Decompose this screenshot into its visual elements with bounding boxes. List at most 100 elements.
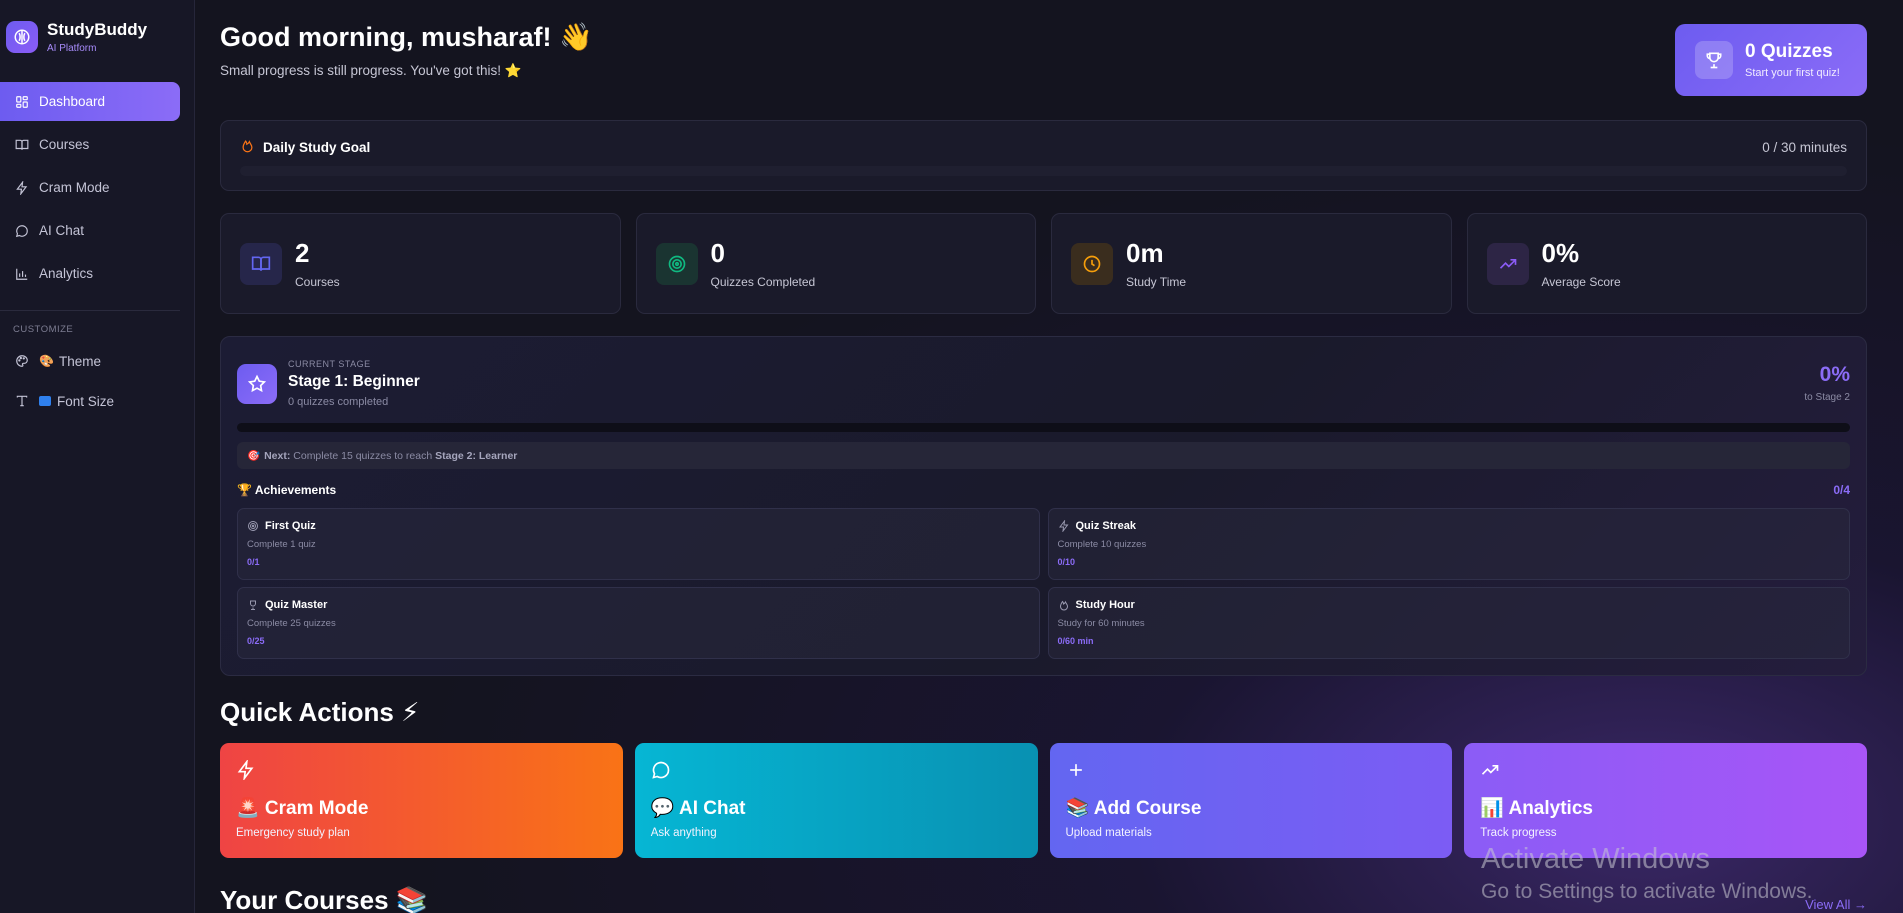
sidebar-nav: Dashboard Courses Cram Mode AI Chat Anal… [0, 82, 194, 293]
next-label: Next: [264, 449, 291, 462]
your-courses-title: Your Courses 📚 [220, 885, 429, 913]
text-icon [14, 393, 30, 409]
sidebar-item-dashboard[interactable]: Dashboard [0, 82, 180, 121]
stat-card-courses[interactable]: 2 Courses [220, 213, 621, 314]
quick-action-add-course[interactable]: 📚 Add Course Upload materials [1049, 743, 1453, 858]
achievement-progress: 0/60 min [1057, 636, 1094, 646]
sidebar-item-font-size[interactable]: Font Size [0, 386, 194, 416]
sidebar-item-label: Analytics [39, 266, 94, 281]
quick-action-desc: Ask anything [650, 827, 717, 839]
achievement-desc: Study for 60 minutes [1057, 618, 1145, 629]
target-icon [247, 520, 259, 532]
achievement-card[interactable]: First Quiz Complete 1 quiz 0/1 [237, 508, 1040, 580]
quiz-badge-subtitle: Start your first quiz! [1745, 67, 1840, 79]
stage-progress-bar [237, 423, 1850, 432]
stat-label: Quizzes Completed [710, 275, 816, 289]
achievement-desc: Complete 25 quizzes [247, 618, 336, 629]
achievement-name: Quiz Master [265, 599, 328, 611]
next-stage-hint: 🎯 Next: Complete 15 quizzes to reach Sta… [237, 442, 1850, 469]
font-size-badge-icon [39, 396, 51, 406]
quick-action-ai-chat[interactable]: 💬 AI Chat Ask anything [634, 743, 1038, 858]
stat-card-average-score[interactable]: 0% Average Score [1466, 213, 1867, 314]
stage-percent: 0% [1819, 363, 1850, 386]
stat-card-quizzes[interactable]: 0 Quizzes Completed [635, 213, 1036, 314]
achievements-label: Achievements [254, 483, 337, 497]
brand[interactable]: StudyBuddy AI Platform [0, 17, 194, 57]
quick-action-name: 📚 Add Course [1065, 798, 1202, 819]
stat-label: Average Score [1541, 275, 1621, 289]
star-emoji: ⭐ [504, 63, 522, 78]
book-icon [240, 242, 282, 285]
quick-action-name: 🚨 Cram Mode [236, 798, 369, 819]
daily-goal-label: Daily Study Goal [263, 139, 371, 155]
sidebar-item-label: Font Size [57, 393, 115, 409]
sidebar-item-label: Theme [58, 353, 101, 369]
quiz-count-badge[interactable]: 0 Quizzes Start your first quiz! [1675, 24, 1867, 96]
daily-goal-card: Daily Study Goal 0 / 30 minutes [220, 120, 1867, 191]
star-icon [237, 363, 277, 404]
achievement-desc: Complete 10 quizzes [1057, 539, 1147, 550]
sidebar-item-label: AI Chat [39, 223, 85, 238]
subtitle-text: Small progress is still progress. You've… [220, 63, 501, 78]
daily-goal-progress-bar [240, 166, 1847, 176]
sidebar-item-analytics[interactable]: Analytics [0, 254, 181, 293]
achievement-card[interactable]: Quiz Streak Complete 10 quizzes 0/10 [1047, 508, 1850, 580]
quick-action-analytics[interactable]: 📊 Analytics Track progress [1464, 743, 1867, 858]
stage-name: Stage 1: Beginner [288, 373, 420, 390]
theme-emoji: 🎨 [39, 354, 54, 368]
achievement-name: Study Hour [1075, 599, 1135, 611]
stat-value: 0m [1126, 238, 1164, 268]
grid-icon [14, 94, 30, 110]
sidebar-item-theme[interactable]: 🎨 Theme [0, 346, 194, 376]
achievement-card[interactable]: Study Hour Study for 60 minutes 0/60 min [1047, 587, 1850, 659]
trophy-icon [1695, 41, 1733, 79]
stat-value: 0% [1541, 238, 1580, 268]
trophy-icon [247, 599, 259, 611]
activate-windows-watermark: Activate Windows Go to Settings to activ… [1481, 843, 1813, 904]
clock-icon [1071, 242, 1113, 285]
flame-icon [1058, 599, 1070, 611]
stage-to-label: to Stage 2 [1804, 392, 1850, 403]
sidebar-item-ai-chat[interactable]: AI Chat [0, 211, 181, 250]
sidebar-divider [0, 310, 180, 311]
achievement-card[interactable]: Quiz Master Complete 25 quizzes 0/25 [237, 587, 1040, 659]
sidebar-item-label: Cram Mode [39, 180, 110, 195]
stat-value: 2 [295, 238, 310, 268]
lightning-icon [14, 180, 30, 196]
sidebar: StudyBuddy AI Platform Dashboard Courses… [0, 0, 195, 913]
daily-goal-value: 0 / 30 minutes [1762, 139, 1847, 155]
trending-up-icon [1486, 242, 1529, 285]
sidebar-item-courses[interactable]: Courses [0, 125, 181, 164]
flame-icon [240, 138, 255, 156]
sidebar-item-label: Courses [39, 137, 90, 152]
next-text: Complete 15 quizzes to reach [293, 449, 433, 462]
quick-action-name: 📊 Analytics [1480, 798, 1593, 819]
stats-row: 2 Courses 0 Quizzes Completed 0m Study T… [220, 213, 1867, 314]
brand-name: StudyBuddy [47, 19, 148, 39]
sidebar-item-label: Dashboard [39, 94, 106, 109]
achievement-progress: 0/10 [1057, 557, 1076, 567]
brand-logo-icon [6, 21, 38, 53]
trophy-emoji: 🏆 [237, 483, 252, 497]
achievement-desc: Complete 1 quiz [247, 539, 316, 550]
stat-card-study-time[interactable]: 0m Study Time [1051, 213, 1452, 314]
page-subtitle: Small progress is still progress. You've… [220, 63, 522, 79]
quiz-badge-title: 0 Quizzes [1745, 41, 1833, 62]
lightning-icon [1058, 520, 1070, 532]
next-target: Stage 2: Learner [435, 449, 518, 462]
stat-label: Courses [295, 275, 340, 289]
page-title: Good morning, musharaf! 👋 [220, 22, 593, 52]
achievement-progress: 0/25 [247, 636, 265, 646]
chat-icon [14, 223, 30, 239]
stage-card: CURRENT STAGE Stage 1: Beginner 0 quizze… [220, 336, 1867, 676]
watermark-line2: Go to Settings to activate Windows. [1481, 880, 1813, 903]
quick-action-cram-mode[interactable]: 🚨 Cram Mode Emergency study plan [220, 743, 623, 858]
stage-subtitle: 0 quizzes completed [288, 396, 389, 408]
stat-label: Study Time [1126, 275, 1187, 289]
daily-goal-title: Daily Study Goal [240, 138, 370, 156]
view-all-link[interactable]: View All → [1805, 897, 1867, 912]
customize-section-title: CUSTOMIZE [13, 324, 74, 335]
brand-subtitle: AI Platform [47, 42, 97, 54]
watermark-line1: Activate Windows [1481, 843, 1710, 875]
sidebar-item-cram-mode[interactable]: Cram Mode [0, 168, 181, 207]
